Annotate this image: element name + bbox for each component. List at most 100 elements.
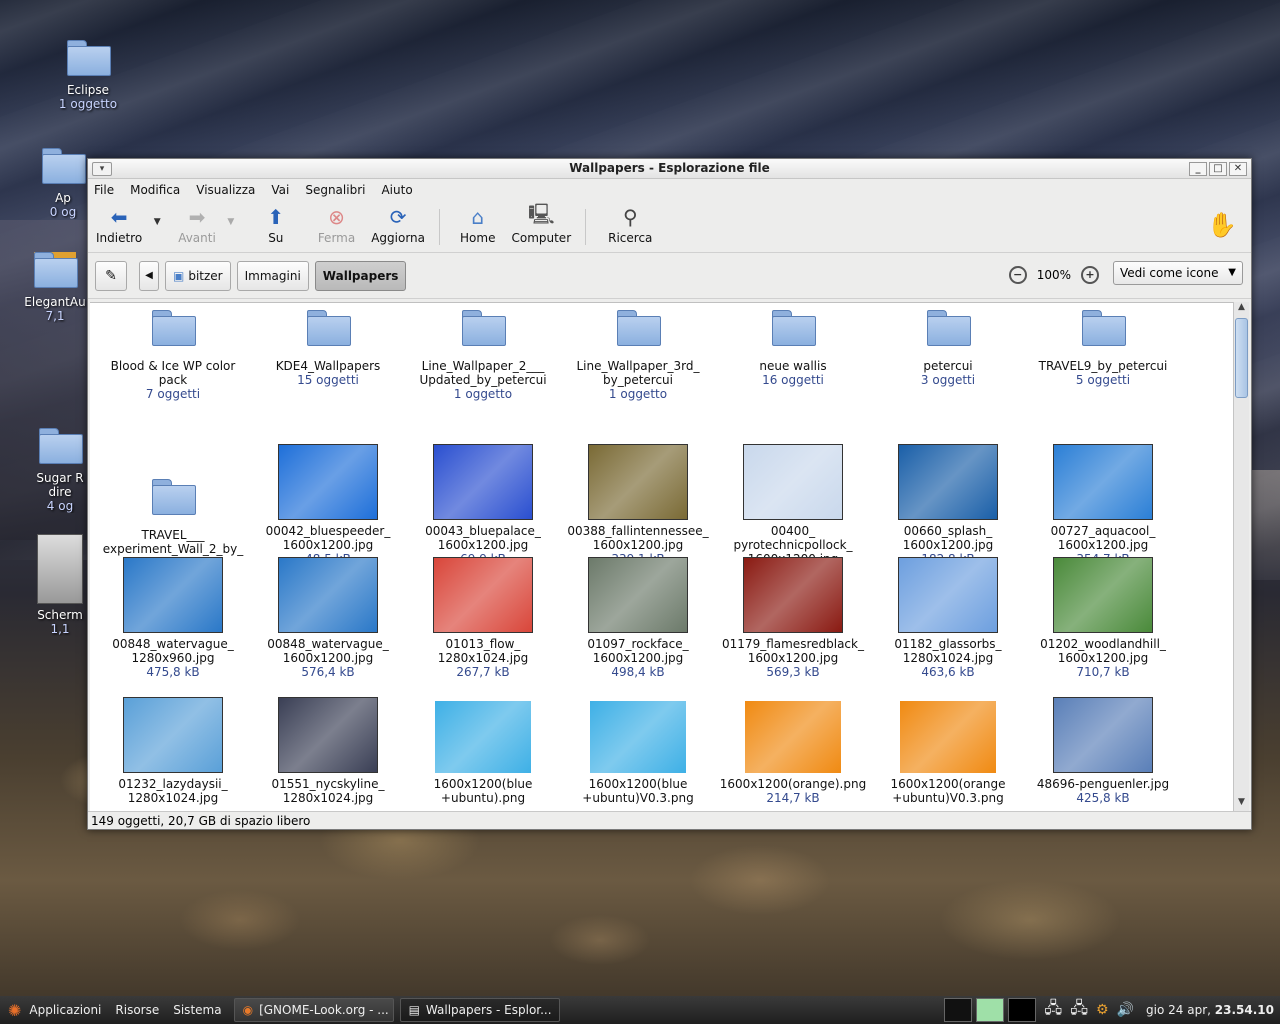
zoom-in-icon[interactable]: + [1081, 266, 1099, 284]
forward-history-dropdown[interactable]: ▼ [224, 205, 238, 227]
file-item[interactable]: 1600x1200(orange).png 214,7 kB [718, 697, 868, 805]
file-item[interactable]: 00848_watervague_ 1280x960.jpg 475,8 kB [98, 557, 248, 679]
file-item[interactable]: 00043_bluepalace_1600x1200.jpg69,9 kB [408, 444, 558, 566]
wallpaper-city-right [1250, 470, 1280, 580]
file-item[interactable]: 00042_bluespeeder_1600x1200.jpg48,5 kB [253, 444, 403, 566]
up-button[interactable]: ⬆ Su [256, 205, 296, 245]
path-button-current[interactable]: Wallpapers [314, 260, 407, 291]
window-menu-button[interactable]: ▾ [92, 162, 112, 176]
file-manager-icon: ▤ [408, 1003, 420, 1017]
search-button[interactable]: ⚲ Ricerca [600, 205, 660, 245]
item-name-line: +ubuntu)V0.3.png [892, 791, 1004, 805]
folder-item[interactable]: Line_Wallpaper_2___ Updated_by_petercui 1 … [408, 310, 558, 401]
computer-button[interactable]: 🖳 Computer [503, 202, 579, 245]
taskbar: ✺ Applicazioni Risorse Sistema ◉ [GNOME-… [0, 996, 1280, 1024]
item-name-line: 00848_watervague_ [112, 637, 234, 651]
scroll-up-arrow-icon[interactable]: ▲ [1234, 302, 1249, 316]
folder-item[interactable]: KDE4_Wallpapers 15 oggetti [253, 310, 403, 387]
item-info: 214,7 kB [766, 791, 820, 805]
net-monitor-icon[interactable] [1008, 998, 1037, 1022]
memory-monitor-icon[interactable] [976, 998, 1005, 1022]
file-item[interactable]: 01232_lazydaysii_ 1280x1024.jpg [98, 697, 248, 805]
image-thumbnail [278, 557, 378, 633]
desktop-icon-screenshot[interactable]: Scherm 1,1 [30, 534, 90, 636]
desktop-icon-eclipse[interactable]: Eclipse 1 oggetto [33, 40, 143, 111]
path-button-home[interactable]: ▣ bitzer [165, 260, 231, 291]
desktop-icon-elegant[interactable]: ElegantAu 7,1 [20, 252, 90, 323]
cpu-monitor-icon[interactable] [944, 998, 973, 1022]
zoom-level[interactable]: 100% [1037, 268, 1071, 282]
image-thumbnail [123, 697, 223, 773]
path-button-pictures[interactable]: Immagini [236, 260, 309, 291]
folder-item[interactable]: Blood & Ice WP color pack 7 oggetti [98, 310, 248, 401]
file-item[interactable]: 00660_splash_1600x1200.jpg182,8 kB [873, 444, 1023, 566]
update-icon[interactable]: ⚙ [1096, 1002, 1109, 1018]
menu-help[interactable]: Aiuto [381, 183, 412, 197]
stop-button[interactable]: ⊗ Ferma [310, 205, 363, 245]
close-button[interactable]: ✕ [1229, 162, 1247, 176]
file-item[interactable]: 01182_glassorbs_ 1280x1024.jpg 463,6 kB [873, 557, 1023, 679]
volume-icon[interactable]: 🔊 [1117, 1002, 1134, 1018]
icon-view[interactable]: Blood & Ice WP color pack 7 oggetti KDE4_Wa… [90, 302, 1234, 811]
item-name-line: 01202_woodlandhill_ [1040, 637, 1166, 651]
file-item[interactable]: 1600x1200(blue +ubuntu).png [408, 697, 558, 805]
network-icon-2[interactable]: 🖧 [1070, 997, 1088, 1024]
desktop-icon-sugar[interactable]: Sugar R dire 4 og [30, 428, 90, 513]
view-mode-select[interactable]: Vedi come icone ▼ [1113, 261, 1243, 285]
arrow-left-icon: ⬅ [110, 205, 128, 229]
menu-file[interactable]: File [94, 183, 114, 197]
forward-button[interactable]: ➡ Avanti [170, 205, 224, 245]
zoom-out-icon[interactable]: − [1008, 266, 1027, 284]
folder-item[interactable]: neue wallis 16 oggetti [718, 310, 868, 387]
file-item[interactable]: 00848_watervague_ 1600x1200.jpg 576,4 kB [253, 557, 403, 679]
folder-item[interactable]: TRAVEL9_by_petercui 5 oggetti [1028, 310, 1178, 387]
file-item[interactable]: 00727_aquacool_1600x1200.jpg354,7 kB [1028, 444, 1178, 566]
network-icon[interactable]: 🖧 [1044, 997, 1062, 1024]
file-item[interactable]: 1600x1200(blue +ubuntu)V0.3.png [563, 697, 713, 805]
item-name-line: TRAVEL9_by_petercui [1038, 359, 1168, 373]
file-item[interactable]: 01551_nycskyline_ 1280x1024.jpg [253, 697, 403, 805]
menu-view[interactable]: Visualizza [196, 183, 255, 197]
file-item[interactable]: 01097_rockface_ 1600x1200.jpg 498,4 kB [563, 557, 713, 679]
back-label: Indietro [96, 231, 143, 245]
menu-applications[interactable]: Applicazioni [29, 1003, 101, 1017]
menu-places[interactable]: Risorse [115, 1003, 159, 1017]
clock[interactable]: gio 24 apr, 23.54.10 [1146, 1003, 1274, 1017]
toggle-location-entry-button[interactable]: ✎ [95, 260, 127, 291]
path-scroll-left-button[interactable]: ◀ [139, 260, 159, 291]
location-bar: ✎ ◀ ▣ bitzer Immagini Wallpapers − 100% … [88, 253, 1251, 299]
item-name-line: 01551_nycskyline_ [271, 777, 385, 791]
file-item[interactable]: 1600x1200(orange +ubuntu)V0.3.png [873, 697, 1023, 805]
desktop-icon-label: Scherm [37, 608, 83, 622]
window-titlebar[interactable]: ▾ Wallpapers - Esplorazione file _ □ ✕ [88, 159, 1251, 179]
task-button-file-manager[interactable]: ▤ Wallpapers - Esplor... [399, 998, 560, 1022]
item-info: 710,7 kB [1076, 665, 1130, 679]
scroll-down-arrow-icon[interactable]: ▼ [1234, 797, 1249, 811]
vertical-scrollbar[interactable]: ▲ ▼ [1233, 302, 1249, 811]
file-item[interactable]: 01179_flamesredblack_ 1600x1200.jpg 569,3 … [718, 557, 868, 679]
back-history-dropdown[interactable]: ▼ [150, 205, 164, 227]
menu-system[interactable]: Sistema [173, 1003, 221, 1017]
item-info: 15 oggetti [297, 373, 359, 387]
stop-icon: ⊗ [328, 205, 345, 229]
menu-go[interactable]: Vai [271, 183, 289, 197]
desktop-icon-ap[interactable]: Ap 0 og [33, 148, 93, 219]
menu-edit[interactable]: Modifica [130, 183, 180, 197]
reload-button[interactable]: ⟳ Aggiorna [363, 205, 433, 245]
folder-item[interactable]: Line_Wallpaper_3rd_ by_petercui 1 oggetto [563, 310, 713, 401]
item-name-line: 01232_lazydaysii_ [118, 777, 228, 791]
file-item[interactable]: 01202_woodlandhill_ 1600x1200.jpg 710,7 kB [1028, 557, 1178, 679]
menu-bookmarks[interactable]: Segnalibri [305, 183, 365, 197]
scrollbar-thumb[interactable] [1235, 318, 1248, 398]
file-item[interactable]: 01013_flow_ 1280x1024.jpg 267,7 kB [408, 557, 558, 679]
minimize-button[interactable]: _ [1189, 162, 1207, 176]
folder-icon [462, 310, 506, 346]
task-button-browser[interactable]: ◉ [GNOME-Look.org - ... [233, 998, 394, 1022]
folder-icon [617, 310, 661, 346]
file-item[interactable]: 48696-penguenler.jpg 425,8 kB [1028, 697, 1178, 805]
file-item[interactable]: 00388_fallintennessee_1600x1200.jpg339,1… [563, 444, 713, 566]
back-button[interactable]: ⬅ Indietro [88, 205, 150, 245]
maximize-button[interactable]: □ [1209, 162, 1227, 176]
folder-item[interactable]: petercui 3 oggetti [873, 310, 1023, 387]
home-button[interactable]: ⌂ Home [452, 205, 503, 245]
